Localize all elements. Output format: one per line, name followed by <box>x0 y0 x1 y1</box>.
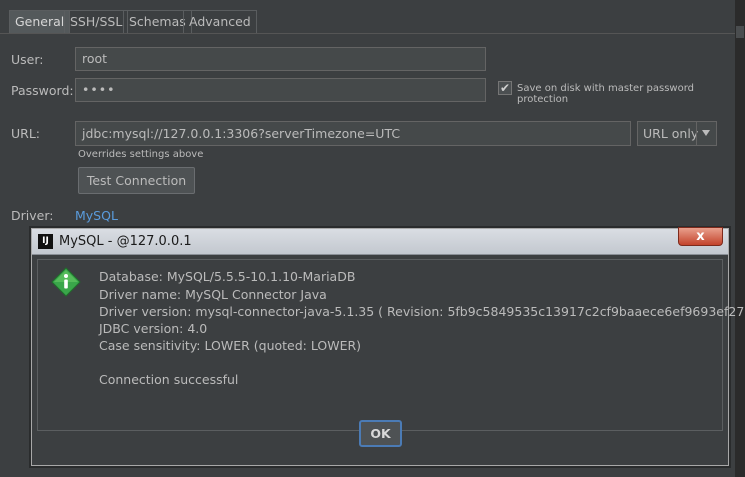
ok-button[interactable]: OK <box>359 420 402 447</box>
intellij-app-icon: IJ <box>38 234 53 249</box>
driver-link[interactable]: MySQL <box>75 208 118 223</box>
info-icon <box>51 267 81 297</box>
tab-divider <box>0 33 735 34</box>
tab-schemas[interactable]: Schemas <box>123 10 192 33</box>
jdbc-version-line: JDBC version: 4.0 <box>99 321 208 336</box>
test-connection-button[interactable]: Test Connection <box>78 167 195 194</box>
user-input[interactable]: root <box>75 47 486 71</box>
url-input[interactable]: jdbc:mysql://127.0.0.1:3306?serverTimezo… <box>75 121 631 146</box>
case-sensitivity-line: Case sensitivity: LOWER (quoted: LOWER) <box>99 338 362 353</box>
database-line: Database: MySQL/5.5.5-10.1.10-MariaDB <box>99 269 356 284</box>
tab-bar: General SSH/SSL Schemas Advanced <box>0 0 745 33</box>
connection-result-text: Connection successful <box>99 372 239 387</box>
strip-button[interactable] <box>736 26 744 38</box>
tab-advanced[interactable]: Advanced <box>183 10 257 33</box>
driver-label: Driver: <box>11 208 54 223</box>
chevron-down-icon[interactable] <box>696 122 716 145</box>
save-password-checkbox[interactable]: ✔ <box>498 81 512 95</box>
url-label: URL: <box>11 126 41 141</box>
driver-name-line: Driver name: MySQL Connector Java <box>99 287 327 302</box>
connection-result-dialog: IJ MySQL - @127.0.0.1 x Database: MySQL/… <box>31 227 745 466</box>
close-button[interactable]: x <box>678 227 723 246</box>
user-label: User: <box>11 52 44 67</box>
save-password-label: Save on disk with master password protec… <box>517 83 694 105</box>
url-hint: Overrides settings above <box>78 149 204 160</box>
url-mode-value: URL only <box>643 126 699 141</box>
url-mode-select[interactable]: URL only <box>637 121 717 146</box>
password-label: Password: <box>11 83 74 98</box>
dialog-title-bar[interactable]: IJ MySQL - @127.0.0.1 x <box>32 227 728 255</box>
driver-version-line: Driver version: mysql-connector-java-5.1… <box>99 304 745 319</box>
dialog-title: MySQL - @127.0.0.1 <box>59 234 192 249</box>
right-scroll-strip[interactable] <box>735 0 745 477</box>
password-input[interactable]: •••• <box>75 78 486 102</box>
tab-general[interactable]: General <box>9 10 71 33</box>
tab-ssh-ssl[interactable]: SSH/SSL <box>64 10 129 33</box>
